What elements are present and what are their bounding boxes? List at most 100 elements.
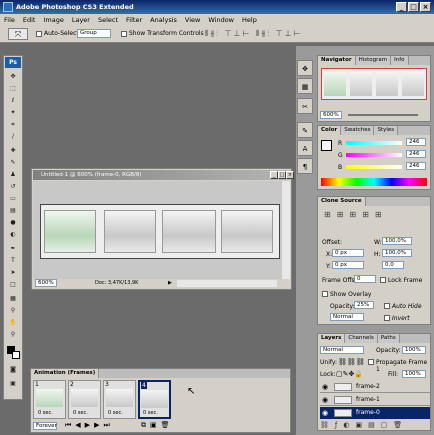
b-channel-slider[interactable] — [346, 165, 402, 169]
eyedropper-tool-icon[interactable]: ⚲ — [9, 307, 17, 315]
tab-color[interactable]: Color — [318, 126, 342, 135]
lock-frame-checkbox[interactable] — [380, 277, 386, 283]
menu-file[interactable]: File — [4, 16, 15, 24]
frame-delay[interactable]: 0 sec. — [73, 410, 88, 416]
playback-controls-icons[interactable]: ⏮◀▶▶⏭ — [65, 421, 114, 430]
color-foreground-swatch[interactable] — [321, 140, 332, 151]
rotation-field[interactable]: 0,0 — [382, 261, 404, 269]
menu-image[interactable]: Image — [43, 16, 63, 24]
move-tool-icon[interactable]: ✥ — [9, 73, 17, 81]
menu-filter[interactable]: Filter — [126, 16, 142, 24]
tab-info[interactable]: Info — [391, 56, 409, 65]
doc-size-info[interactable]: Doc: 3,47K/13,9K — [95, 279, 138, 288]
shape-tool-icon[interactable]: □ — [9, 281, 17, 289]
navigator-zoom-field[interactable]: 600% — [320, 111, 342, 119]
tab-channels[interactable]: Channels — [345, 334, 378, 343]
horizontal-scrollbar[interactable] — [177, 280, 277, 287]
scale-w-field[interactable]: 100,0% — [382, 237, 412, 245]
blur-tool-icon[interactable]: ● — [9, 219, 17, 227]
animation-frame-selected[interactable]: 4 0 sec. — [138, 380, 171, 419]
frame-offset-field[interactable]: 0 — [354, 275, 376, 283]
tab-layers[interactable]: Layers — [318, 334, 346, 343]
clone-stamp-tool-icon[interactable]: ♟ — [9, 171, 17, 179]
doc-minimize-button[interactable]: _ — [270, 171, 278, 179]
gradient-tool-icon[interactable]: ▤ — [9, 207, 17, 215]
visibility-eye-icon[interactable]: ◉ — [322, 409, 328, 417]
tools-preset-icon[interactable]: ✂ — [297, 98, 313, 114]
offset-x-field[interactable]: 0 px — [332, 249, 364, 257]
navigator-preview[interactable] — [321, 68, 427, 100]
frame-delay[interactable]: 0 sec. — [108, 410, 123, 416]
visibility-eye-icon[interactable]: ◉ — [322, 383, 328, 391]
menu-select[interactable]: Select — [98, 16, 118, 24]
eraser-tool-icon[interactable]: ▭ — [9, 195, 17, 203]
frame-delay[interactable]: 0 sec. — [143, 410, 158, 416]
layer-row-selected[interactable]: ◉ frame-0 — [320, 407, 430, 419]
show-overlay-checkbox[interactable] — [322, 291, 328, 297]
screen-mode-icon[interactable]: ▣ — [9, 380, 17, 388]
maximize-button[interactable]: □ — [408, 2, 419, 12]
offset-y-field[interactable]: 0 px — [332, 261, 364, 269]
unify-icons[interactable]: ⛓⛓⛓ — [338, 358, 365, 366]
path-selection-tool-icon[interactable]: ➤ — [9, 269, 17, 277]
auto-hide-checkbox[interactable] — [384, 303, 390, 309]
menu-edit[interactable]: Edit — [23, 16, 36, 24]
paragraph-panel-icon[interactable]: ¶ — [297, 158, 313, 174]
slice-tool-icon[interactable]: / — [9, 133, 17, 141]
status-menu-arrow-icon[interactable]: ▶ — [168, 279, 172, 288]
overlay-blend-dropdown[interactable]: Normal — [330, 313, 364, 321]
menu-analysis[interactable]: Analysis — [150, 16, 177, 24]
tab-paths[interactable]: Paths — [377, 334, 400, 343]
layers-footer-icons[interactable]: ⛓ƒ◐▣▤▢🗑 — [320, 421, 430, 430]
tab-histogram[interactable]: Histogram — [355, 56, 392, 65]
auto-select-checkbox[interactable] — [36, 31, 42, 37]
pen-tool-icon[interactable]: ✒ — [9, 245, 17, 253]
navigator-zoom-slider[interactable] — [348, 114, 418, 116]
document-title-bar[interactable]: Untitled-1 @ 600% (frame-0, RGB/8) — [33, 170, 290, 180]
layer-blend-mode-dropdown[interactable]: Normal — [320, 346, 364, 354]
doc-maximize-button[interactable]: □ — [278, 171, 286, 179]
magic-wand-tool-icon[interactable]: ✦ — [9, 109, 17, 117]
tab-clone-source[interactable]: Clone Source — [318, 197, 366, 206]
loop-dropdown[interactable]: Forever — [33, 422, 57, 430]
show-transform-checkbox[interactable] — [121, 31, 127, 37]
type-tool-icon[interactable]: T — [9, 257, 17, 265]
lasso-tool-icon[interactable]: ℓ — [9, 97, 17, 105]
overlay-opacity-field[interactable]: 25% — [354, 301, 374, 309]
fill-field[interactable]: 100% — [402, 370, 426, 378]
brush-tool-icon[interactable]: ✎ — [9, 159, 17, 167]
tab-animation-frames[interactable]: Animation (Frames) — [31, 369, 100, 378]
frame-delay[interactable]: 0 sec. — [38, 410, 53, 416]
align-distribute-icons[interactable]: ⫴⫵⫶ ⊤⊥⊢ ⫴⫵⫶ ⊤⊥⊢ — [205, 29, 425, 39]
layer-row[interactable]: ◉ frame-2 — [320, 381, 430, 393]
minimize-button[interactable]: _ — [396, 2, 407, 12]
marquee-tool-icon[interactable]: ⬚ — [9, 85, 17, 93]
history-panel-icon[interactable]: ▦ — [297, 78, 313, 94]
visibility-eye-icon[interactable]: ◉ — [322, 396, 328, 404]
background-color-swatch[interactable] — [12, 351, 20, 359]
zoom-tool-icon[interactable]: ⚲ — [9, 331, 17, 339]
history-brush-tool-icon[interactable]: ↺ — [9, 183, 17, 191]
crop-tool-icon[interactable]: ⌗ — [9, 121, 17, 129]
healing-brush-tool-icon[interactable]: ✚ — [9, 147, 17, 155]
zoom-field[interactable]: 600% — [35, 279, 57, 287]
tab-styles[interactable]: Styles — [374, 126, 399, 135]
color-spectrum-ramp[interactable] — [321, 178, 427, 186]
navigator-panel-icon[interactable]: ✥ — [297, 60, 313, 76]
frame-action-icons[interactable]: ⧉▣🗑 — [141, 421, 174, 430]
vertical-scrollbar[interactable] — [282, 181, 290, 279]
menu-window[interactable]: Window — [208, 16, 234, 24]
r-value-field[interactable]: 246 — [406, 138, 426, 146]
g-channel-slider[interactable] — [346, 153, 402, 157]
doc-close-button[interactable]: × — [286, 171, 294, 179]
menu-layer[interactable]: Layer — [72, 16, 90, 24]
menu-help[interactable]: Help — [242, 16, 257, 24]
tab-swatches[interactable]: Swatches — [341, 126, 375, 135]
move-tool-preset-icon[interactable]: ⤧ — [8, 28, 28, 40]
layer-opacity-field[interactable]: 100% — [402, 346, 426, 354]
layer-row[interactable]: ◉ frame-1 — [320, 394, 430, 406]
animation-frame[interactable]: 2 0 sec. — [68, 380, 101, 419]
invert-checkbox[interactable] — [384, 315, 390, 321]
animation-frame[interactable]: 3 0 sec. — [103, 380, 136, 419]
scale-h-field[interactable]: 100,0% — [382, 249, 412, 257]
